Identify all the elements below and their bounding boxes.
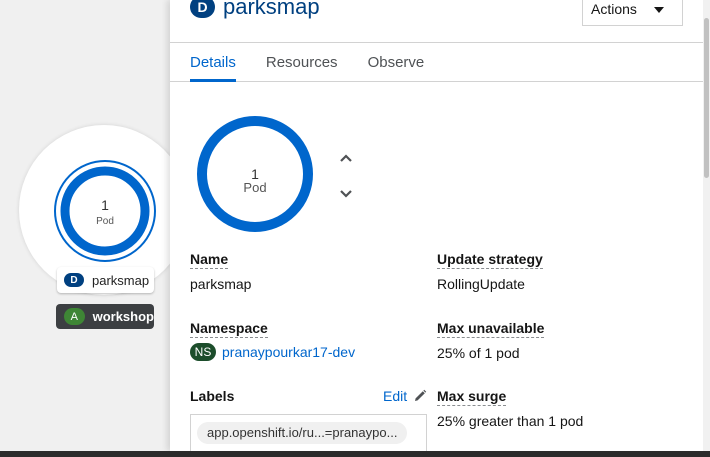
tab-details[interactable]: Details [190,43,236,82]
deployment-name: parksmap [92,272,150,288]
panel-title-group: D parksmap [190,0,320,20]
panel-scrollbar[interactable] [703,0,710,451]
namespace-link[interactable]: pranaypourkar17-dev [222,344,355,360]
labels-edit-label: Edit [383,388,408,404]
actions-dropdown[interactable]: Actions [582,0,683,26]
application-badge: A [64,308,85,325]
topology-canvas[interactable]: 1 Pod D parksmap A workshop [0,0,189,457]
pencil-icon [415,389,427,401]
scale-up-chevron-icon[interactable] [338,150,354,166]
name-value: parksmap [190,276,252,292]
node-pod-unit: Pod [96,216,114,227]
scrollbar-thumb[interactable] [704,18,709,178]
labels-label: Labels [190,388,235,404]
max-unavailable-label: Max unavailable [437,320,545,338]
labels-container: app.openshift.io/ru...=pranaypo... [190,414,427,451]
pod-unit: Pod [243,180,267,195]
resource-side-panel: D parksmap Actions Details Resources Obs… [170,0,710,451]
panel-title[interactable]: parksmap [223,0,320,20]
label-chip[interactable]: app.openshift.io/ru...=pranaypo... [197,422,408,444]
deployment-node-label[interactable]: D parksmap [57,267,154,293]
max-unavailable-value: 25% of 1 pod [437,345,520,361]
node-pod-count: 1 [101,197,109,213]
scale-down-chevron-icon[interactable] [338,186,354,202]
resource-kind-badge: D [190,0,215,18]
namespace-badge: NS [190,343,216,361]
labels-edit-button[interactable]: Edit [383,388,427,404]
panel-header: D parksmap Actions [170,0,710,42]
tab-observe[interactable]: Observe [368,43,425,81]
application-name: workshop [92,309,154,324]
os-taskbar [0,451,710,457]
actions-label: Actions [591,1,637,17]
panel-tabs: Details Resources Observe [170,42,710,82]
caret-down-icon [654,7,664,13]
update-strategy-label: Update strategy [437,251,543,269]
update-strategy-value: RollingUpdate [437,276,525,292]
namespace-row: NS pranaypourkar17-dev [190,343,355,361]
max-surge-value: 25% greater than 1 pod [437,413,584,429]
namespace-label: Namespace [190,320,268,338]
application-group-label[interactable]: A workshop [56,304,154,329]
tab-resources[interactable]: Resources [266,43,338,81]
max-surge-label: Max surge [437,388,507,406]
deployment-badge: D [64,273,84,287]
name-label: Name [190,251,229,269]
